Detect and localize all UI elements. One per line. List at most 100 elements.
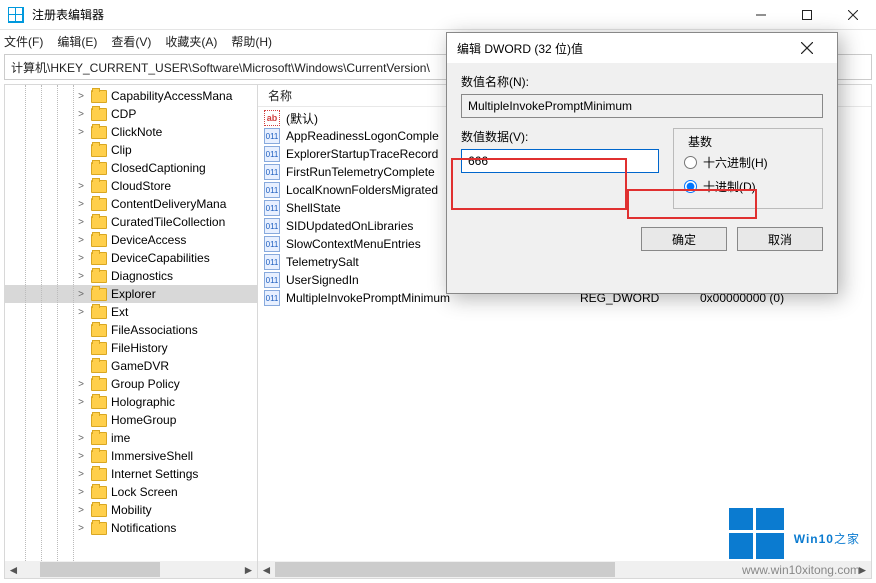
folder-icon — [91, 306, 107, 319]
tree-item[interactable]: FileAssociations — [5, 321, 257, 339]
tree-item[interactable]: > Ext — [5, 303, 257, 321]
tree-item[interactable]: > ClickNote — [5, 123, 257, 141]
tree-item[interactable]: >ime — [5, 429, 257, 447]
dialog-title-bar[interactable]: 编辑 DWORD (32 位)值 — [447, 33, 837, 63]
folder-icon — [91, 270, 107, 283]
tree-item[interactable]: FileHistory — [5, 339, 257, 357]
folder-icon — [91, 414, 107, 427]
expander-icon[interactable]: > — [75, 307, 87, 318]
tree-item-label: CloudStore — [111, 179, 171, 193]
expander-icon[interactable]: > — [75, 433, 87, 444]
tree-item[interactable]: >Explorer — [5, 285, 257, 303]
expander-icon[interactable]: > — [75, 91, 87, 102]
expander-icon[interactable]: > — [75, 109, 87, 120]
expander-icon[interactable]: > — [75, 127, 87, 138]
folder-icon — [91, 342, 107, 355]
folder-icon — [91, 234, 107, 247]
tree-item-label: GameDVR — [111, 359, 169, 373]
dword-icon: 011 — [264, 182, 280, 198]
cancel-button[interactable]: 取消 — [737, 227, 823, 251]
tree-item-label: HomeGroup — [111, 413, 176, 427]
ok-button[interactable]: 确定 — [641, 227, 727, 251]
folder-icon — [91, 288, 107, 301]
folder-icon — [91, 396, 107, 409]
scroll-thumb[interactable] — [275, 562, 615, 577]
scroll-left-icon[interactable]: ◄ — [5, 561, 22, 578]
tree-item-label: ImmersiveShell — [111, 449, 193, 463]
close-button[interactable] — [830, 0, 876, 30]
menu-help[interactable]: 帮助(H) — [231, 33, 272, 50]
tree-item-label: Lock Screen — [111, 485, 178, 499]
hex-label: 十六进制(H) — [703, 154, 768, 171]
tree-item[interactable]: > DeviceAccess — [5, 231, 257, 249]
tree-item[interactable]: > Internet Settings — [5, 465, 257, 483]
folder-icon — [91, 486, 107, 499]
tree-item-label: CapabilityAccessMana — [111, 89, 232, 103]
menu-favorites[interactable]: 收藏夹(A) — [165, 33, 217, 50]
tree-item-label: CuratedTileCollection — [111, 215, 225, 229]
tree-item[interactable]: >Group Policy — [5, 375, 257, 393]
expander-icon[interactable]: > — [75, 181, 87, 192]
tree-item[interactable]: > Mobility — [5, 501, 257, 519]
dword-icon: 011 — [264, 272, 280, 288]
expander-icon[interactable]: > — [75, 469, 87, 480]
expander-icon[interactable]: > — [75, 505, 87, 516]
expander-icon[interactable]: > — [75, 253, 87, 264]
folder-icon — [91, 198, 107, 211]
tree-item-label: ContentDeliveryMana — [111, 197, 226, 211]
expander-icon[interactable]: > — [75, 217, 87, 228]
dialog-close-button[interactable] — [787, 33, 827, 63]
hex-radio[interactable] — [684, 156, 697, 169]
expander-icon[interactable]: > — [75, 487, 87, 498]
tree-item-label: Ext — [111, 305, 128, 319]
tree-item[interactable]: > Lock Screen — [5, 483, 257, 501]
folder-icon — [91, 108, 107, 121]
folder-icon — [91, 126, 107, 139]
menu-edit[interactable]: 编辑(E) — [57, 33, 97, 50]
expander-icon[interactable]: > — [75, 199, 87, 210]
tree-item-label: ClosedCaptioning — [111, 161, 206, 175]
tree-item-label: CDP — [111, 107, 136, 121]
expander-icon[interactable]: > — [75, 235, 87, 246]
scroll-left-icon[interactable]: ◄ — [258, 561, 275, 578]
tree-item[interactable]: > CuratedTileCollection — [5, 213, 257, 231]
tree-item[interactable]: > ImmersiveShell — [5, 447, 257, 465]
expander-icon[interactable]: > — [75, 523, 87, 534]
tree-item[interactable]: HomeGroup — [5, 411, 257, 429]
tree-item[interactable]: ClosedCaptioning — [5, 159, 257, 177]
maximize-button[interactable] — [784, 0, 830, 30]
tree-item[interactable]: > Holographic — [5, 393, 257, 411]
tree-item-label: Internet Settings — [111, 467, 198, 481]
window-title: 注册表编辑器 — [32, 6, 738, 23]
value-name-input[interactable] — [461, 94, 823, 118]
tree-item-label: Clip — [111, 143, 132, 157]
menu-view[interactable]: 查看(V) — [111, 33, 151, 50]
tree-item[interactable]: > DeviceCapabilities — [5, 249, 257, 267]
expander-icon[interactable]: > — [75, 451, 87, 462]
scroll-right-icon[interactable]: ► — [240, 561, 257, 578]
tree-item[interactable]: > ContentDeliveryMana — [5, 195, 257, 213]
expander-icon[interactable]: > — [75, 289, 87, 300]
tree-item-label: ClickNote — [111, 125, 162, 139]
tree-item[interactable]: GameDVR — [5, 357, 257, 375]
menu-file[interactable]: 文件(F) — [4, 33, 43, 50]
tree-item[interactable]: >Notifications — [5, 519, 257, 537]
expander-icon[interactable]: > — [75, 397, 87, 408]
expander-icon[interactable]: > — [75, 271, 87, 282]
scroll-thumb[interactable] — [40, 562, 160, 577]
tree-item-label: Mobility — [111, 503, 152, 517]
tree-item[interactable]: >Diagnostics — [5, 267, 257, 285]
tree-item[interactable]: Clip — [5, 141, 257, 159]
tree-item[interactable]: > CapabilityAccessMana — [5, 87, 257, 105]
tree-item-label: Holographic — [111, 395, 175, 409]
tree-item-label: DeviceAccess — [111, 233, 186, 247]
tree-item-label: FileHistory — [111, 341, 168, 355]
expander-icon[interactable]: > — [75, 379, 87, 390]
tree-horizontal-scrollbar[interactable]: ◄ ► — [5, 561, 257, 578]
tree-item[interactable]: > CDP — [5, 105, 257, 123]
minimize-button[interactable] — [738, 0, 784, 30]
dword-icon: 011 — [264, 200, 280, 216]
tree-item[interactable]: > CloudStore — [5, 177, 257, 195]
tree-item-label: DeviceCapabilities — [111, 251, 210, 265]
folder-icon — [91, 144, 107, 157]
